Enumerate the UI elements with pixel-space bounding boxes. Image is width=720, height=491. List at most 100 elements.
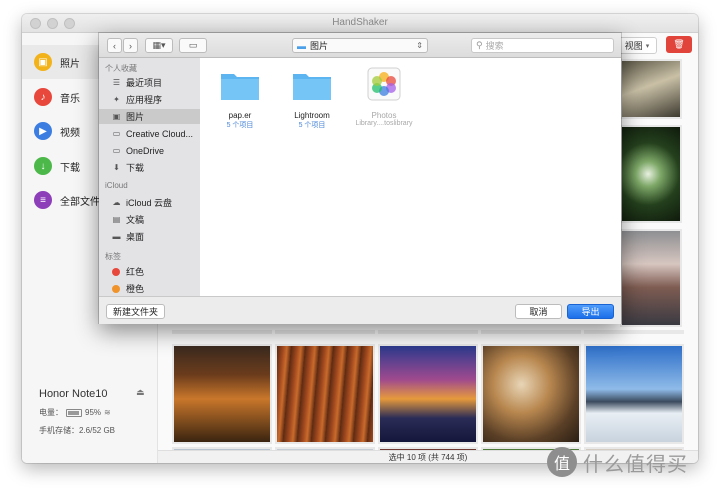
sidebar-item-desktop[interactable]: ▬ 桌面 bbox=[99, 229, 200, 244]
sidebar-item-recents[interactable]: ☰ 最近项目 bbox=[99, 75, 200, 90]
sidebar-item-applications[interactable]: ✦ 应用程序 bbox=[99, 92, 200, 107]
search-placeholder: 搜索 bbox=[485, 41, 504, 51]
file-item[interactable]: Lightroom 5 个项目 bbox=[277, 68, 347, 130]
folder-icon: ▬ bbox=[297, 40, 306, 51]
cloud-icon: ☁ bbox=[112, 198, 121, 207]
desktop-icon: ▬ bbox=[112, 232, 121, 241]
file-name: Photos bbox=[371, 111, 397, 120]
photo-thumbnail[interactable] bbox=[584, 344, 684, 444]
files-icon: ≡ bbox=[34, 191, 52, 209]
folder-icon: ▭ bbox=[188, 40, 198, 50]
nav-item-label: 下载 bbox=[60, 162, 80, 174]
file-name: Lightroom bbox=[294, 111, 330, 120]
view-mode-label: 视图 bbox=[624, 41, 643, 51]
battery-label: 电量： bbox=[39, 408, 63, 417]
photos-app-icon bbox=[367, 67, 401, 101]
cancel-button[interactable]: 取消 bbox=[515, 304, 562, 319]
applications-icon: ✦ bbox=[113, 95, 120, 104]
section-icloud: iCloud bbox=[105, 181, 128, 190]
location-select[interactable]: ▬ 图片 ⇕ bbox=[292, 38, 428, 53]
sidebar-item-downloads[interactable]: ⬇ 下载 bbox=[99, 160, 200, 175]
folder-icon: ▭ bbox=[112, 146, 121, 155]
wifi-icon: ≋ bbox=[104, 408, 111, 417]
new-folder-toolbar-button[interactable]: ▭ bbox=[179, 38, 207, 53]
window-title: HandShaker bbox=[332, 17, 388, 28]
photo-thumbnail[interactable] bbox=[275, 330, 375, 334]
photo-thumbnail[interactable] bbox=[481, 344, 581, 444]
photo-thumbnail[interactable] bbox=[275, 344, 375, 444]
view-options-button[interactable]: ▦▾ bbox=[145, 38, 173, 53]
sidebar-item-onedrive[interactable]: ▭ OneDrive bbox=[99, 143, 200, 158]
photo-thumbnail[interactable] bbox=[378, 344, 478, 444]
title-bar: HandShaker bbox=[22, 14, 698, 33]
file-subtitle: Library....toslibrary bbox=[355, 120, 413, 127]
nav-item-label: 音乐 bbox=[60, 93, 80, 105]
file-browser: pap.er 5 个项目 Lightroom 5 个项目 Photos Libr… bbox=[200, 58, 621, 296]
video-icon: ▶ bbox=[34, 122, 52, 140]
photo-thumbnail[interactable] bbox=[172, 330, 272, 334]
search-field[interactable]: ⚲ 搜索 bbox=[471, 38, 614, 53]
dialog-toolbar: ‹ › ▦▾ ▭ ▬ 图片 ⇕ ⚲ 搜索 bbox=[99, 33, 621, 58]
file-subtitle: 5 个项目 bbox=[298, 122, 326, 129]
nav-item-label: 全部文件 bbox=[60, 196, 100, 208]
watermark-text: 什么值得买 bbox=[583, 453, 688, 476]
sidebar-item-label: 桌面 bbox=[126, 232, 145, 242]
sidebar-item-label: 下载 bbox=[126, 163, 145, 173]
back-button[interactable]: ‹ bbox=[107, 38, 122, 53]
recents-icon: ☰ bbox=[112, 78, 121, 87]
file-name: pap.er bbox=[228, 111, 252, 120]
section-tags: 标签 bbox=[105, 252, 121, 261]
sidebar-item-label: 最近项目 bbox=[126, 78, 163, 88]
tag-color-icon bbox=[112, 267, 120, 276]
dialog-footer: 新建文件夹 取消 导出 bbox=[99, 296, 621, 324]
battery-value: 95% bbox=[85, 408, 102, 417]
nav-item-label: 照片 bbox=[60, 58, 80, 70]
eject-icon[interactable]: ⏏ bbox=[136, 387, 145, 398]
trash-icon: 🗑 bbox=[673, 39, 685, 49]
sidebar-item-tag-red[interactable]: 红色 bbox=[99, 264, 200, 279]
sidebar-item-label: 文稿 bbox=[126, 215, 145, 225]
sidebar-item-tag-orange[interactable]: 橙色 bbox=[99, 281, 200, 296]
chevron-right-icon: › bbox=[129, 40, 132, 51]
photo-thumbnail[interactable] bbox=[378, 330, 478, 334]
device-name: Honor Note10 bbox=[39, 388, 108, 400]
sidebar-item-label: 橙色 bbox=[126, 284, 145, 294]
battery-icon bbox=[66, 408, 82, 417]
file-item[interactable]: pap.er 5 个项目 bbox=[205, 68, 275, 130]
photo-thumbnail[interactable] bbox=[620, 229, 682, 327]
sidebar-item-label: 应用程序 bbox=[126, 95, 163, 105]
sidebar-item-icloud-drive[interactable]: ☁ iCloud 云盘 bbox=[99, 195, 200, 210]
section-favorites: 个人收藏 bbox=[105, 64, 137, 73]
folder-icon bbox=[221, 74, 259, 100]
export-button[interactable]: 导出 bbox=[567, 304, 614, 319]
sidebar-item-pictures[interactable]: ▣ 图片 bbox=[99, 109, 200, 124]
chevron-left-icon: ‹ bbox=[113, 40, 116, 51]
tag-color-icon bbox=[112, 284, 120, 293]
photo-icon: ▣ bbox=[34, 53, 52, 71]
sidebar-item-label: OneDrive bbox=[126, 145, 165, 156]
file-item[interactable]: Photos Library....toslibrary bbox=[349, 66, 419, 127]
sidebar-item-label: iCloud 云盘 bbox=[126, 198, 173, 208]
storage-info: 手机存储：2.6/52 GB bbox=[39, 426, 116, 435]
photo-thumbnail[interactable] bbox=[620, 59, 682, 119]
music-icon: ♪ bbox=[34, 88, 52, 106]
photo-thumbnail[interactable] bbox=[584, 330, 684, 334]
location-label: 图片 bbox=[310, 41, 329, 51]
view-mode-select[interactable]: 视图 ▾ bbox=[617, 37, 657, 54]
sidebar-item-label: Creative Cloud... bbox=[126, 128, 194, 139]
nav-item-label: 视频 bbox=[60, 127, 80, 139]
new-folder-button[interactable]: 新建文件夹 bbox=[106, 304, 165, 319]
forward-button[interactable]: › bbox=[123, 38, 138, 53]
sidebar-item-label: 图片 bbox=[126, 112, 145, 122]
watermark-icon: 值 bbox=[547, 447, 577, 477]
photo-thumbnail[interactable] bbox=[620, 125, 682, 223]
photo-thumbnail[interactable] bbox=[172, 344, 272, 444]
export-dialog: ‹ › ▦▾ ▭ ▬ 图片 ⇕ ⚲ 搜索 个人收藏 ☰ 最近项目 ✦ 应用程序 ▣ 图… bbox=[99, 33, 621, 324]
delete-button[interactable]: 🗑 bbox=[666, 36, 692, 53]
folder-icon bbox=[293, 74, 331, 100]
sidebar-item-documents[interactable]: ▤ 文稿 bbox=[99, 212, 200, 227]
folder-icon: ▭ bbox=[112, 129, 121, 138]
downloads-icon: ⬇ bbox=[113, 163, 120, 172]
photo-thumbnail[interactable] bbox=[481, 330, 581, 334]
sidebar-item-creative-cloud[interactable]: ▭ Creative Cloud... bbox=[99, 126, 200, 141]
